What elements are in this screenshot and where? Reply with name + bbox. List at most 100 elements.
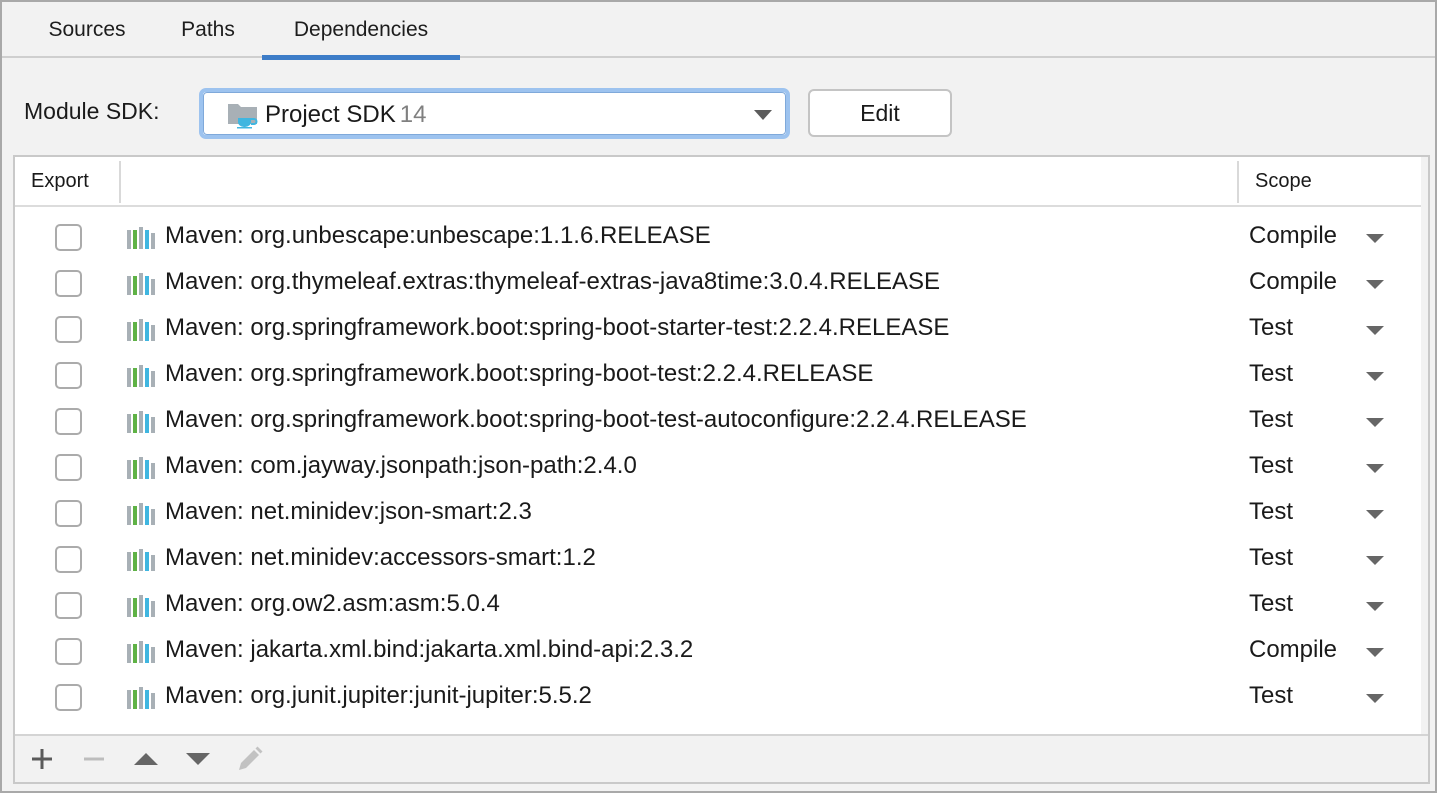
icon-bar: [145, 644, 149, 663]
table-row[interactable]: Maven: com.jayway.jsonpath:json-path:2.4…: [15, 445, 1421, 491]
chevron-down-icon: [1366, 418, 1384, 427]
tab-sources[interactable]: Sources: [32, 2, 142, 58]
export-checkbox[interactable]: [55, 224, 82, 251]
icon-bar: [151, 509, 155, 525]
export-checkbox[interactable]: [55, 408, 82, 435]
maven-library-icon: [127, 319, 155, 341]
table-body: Maven: org.unbescape:unbescape:1.1.6.REL…: [15, 215, 1421, 721]
export-checkbox[interactable]: [55, 546, 82, 573]
move-up-button[interactable]: [131, 744, 161, 774]
table-row[interactable]: Maven: org.springframework.boot:spring-b…: [15, 353, 1421, 399]
icon-bar: [151, 325, 155, 341]
icon-bar: [151, 371, 155, 387]
table-row[interactable]: Maven: org.ow2.asm:asm:5.0.4 Test: [15, 583, 1421, 629]
icon-bar: [151, 647, 155, 663]
add-button[interactable]: [27, 744, 57, 774]
library-name: Maven: org.unbescape:unbescape:1.1.6.REL…: [165, 222, 711, 249]
scope-value: Test: [1249, 498, 1294, 525]
icon-bar: [145, 368, 149, 387]
scope-value: Compile: [1249, 636, 1338, 663]
scope-dropdown[interactable]: Test: [1237, 491, 1417, 537]
icon-bar: [139, 227, 143, 249]
move-down-button[interactable]: [183, 744, 213, 774]
export-checkbox[interactable]: [55, 592, 82, 619]
icon-bar: [133, 690, 137, 709]
icon-bar: [151, 463, 155, 479]
header-scope[interactable]: Scope: [1255, 157, 1312, 205]
header-export[interactable]: Export: [31, 157, 89, 205]
table-row[interactable]: Maven: jakarta.xml.bind:jakarta.xml.bind…: [15, 629, 1421, 675]
scope-dropdown[interactable]: Test: [1237, 675, 1417, 721]
chevron-down-icon: [1366, 602, 1384, 611]
export-checkbox[interactable]: [55, 638, 82, 665]
icon-bar: [139, 549, 143, 571]
column-separator[interactable]: [1237, 161, 1239, 203]
scope-dropdown[interactable]: Test: [1237, 399, 1417, 445]
scope-dropdown[interactable]: Test: [1237, 353, 1417, 399]
table-header: Export Scope: [15, 157, 1421, 207]
icon-bar: [127, 552, 131, 571]
scope-dropdown[interactable]: Compile: [1237, 629, 1417, 675]
icon-bar: [139, 595, 143, 617]
export-checkbox[interactable]: [55, 684, 82, 711]
folder-java-icon: [228, 104, 258, 129]
icon-bar: [127, 322, 131, 341]
edit-sdk-button[interactable]: Edit: [808, 89, 952, 137]
library-name: Maven: org.junit.jupiter:junit-jupiter:5…: [165, 682, 592, 709]
export-checkbox[interactable]: [55, 362, 82, 389]
scope-dropdown[interactable]: Test: [1237, 307, 1417, 353]
scope-dropdown[interactable]: Test: [1237, 583, 1417, 629]
icon-bar: [133, 506, 137, 525]
column-separator[interactable]: [119, 161, 121, 203]
export-checkbox[interactable]: [55, 500, 82, 527]
tab-paths[interactable]: Paths: [162, 2, 254, 58]
icon-bar: [133, 414, 137, 433]
scope-value: Test: [1249, 682, 1294, 709]
move-down-icon: [186, 753, 210, 765]
tab-bar: Sources Paths Dependencies: [2, 2, 1435, 60]
module-sdk-dropdown[interactable]: Project SDK 14: [199, 88, 790, 139]
icon-bar: [133, 460, 137, 479]
export-checkbox[interactable]: [55, 270, 82, 297]
export-checkbox[interactable]: [55, 316, 82, 343]
tab-dependencies[interactable]: Dependencies: [262, 2, 460, 60]
chevron-down-icon: [1366, 280, 1384, 289]
edit-button[interactable]: [235, 744, 265, 774]
icon-bar: [151, 233, 155, 249]
table-row[interactable]: Maven: net.minidev:json-smart:2.3 Test: [15, 491, 1421, 537]
scope-dropdown[interactable]: Compile: [1237, 215, 1417, 261]
scope-dropdown[interactable]: Test: [1237, 445, 1417, 491]
icon-bar: [127, 506, 131, 525]
table-row[interactable]: Maven: org.springframework.boot:spring-b…: [15, 307, 1421, 353]
icon-bar: [151, 417, 155, 433]
icon-bar: [133, 322, 137, 341]
vertical-scrollbar[interactable]: [1421, 157, 1428, 734]
table-row[interactable]: Maven: org.springframework.boot:spring-b…: [15, 399, 1421, 445]
table-row[interactable]: Maven: net.minidev:accessors-smart:1.2 Te…: [15, 537, 1421, 583]
table-row[interactable]: Maven: org.junit.jupiter:junit-jupiter:5…: [15, 675, 1421, 721]
icon-bar: [139, 687, 143, 709]
remove-button[interactable]: [79, 744, 109, 774]
maven-library-icon: [127, 595, 155, 617]
icon-bar: [139, 503, 143, 525]
icon-bar: [139, 365, 143, 387]
icon-bar: [139, 411, 143, 433]
scope-value: Test: [1249, 406, 1294, 433]
icon-bar: [133, 552, 137, 571]
table-row[interactable]: Maven: org.thymeleaf.extras:thymeleaf-ex…: [15, 261, 1421, 307]
dependencies-table: Export Scope Maven: org.unbescape:unbesc…: [13, 155, 1430, 784]
library-name: Maven: org.ow2.asm:asm:5.0.4: [165, 590, 500, 617]
library-name: Maven: org.springframework.boot:spring-b…: [165, 360, 874, 387]
chevron-down-icon: [1366, 648, 1384, 657]
scope-value: Test: [1249, 314, 1294, 341]
move-up-icon: [134, 753, 158, 765]
table-row[interactable]: Maven: org.unbescape:unbescape:1.1.6.REL…: [15, 215, 1421, 261]
scope-dropdown[interactable]: Compile: [1237, 261, 1417, 307]
icon-bar: [127, 276, 131, 295]
maven-library-icon: [127, 549, 155, 571]
icon-bar: [127, 230, 131, 249]
library-name: Maven: org.thymeleaf.extras:thymeleaf-ex…: [165, 268, 941, 295]
export-checkbox[interactable]: [55, 454, 82, 481]
minus-icon: [84, 757, 104, 761]
scope-dropdown[interactable]: Test: [1237, 537, 1417, 583]
